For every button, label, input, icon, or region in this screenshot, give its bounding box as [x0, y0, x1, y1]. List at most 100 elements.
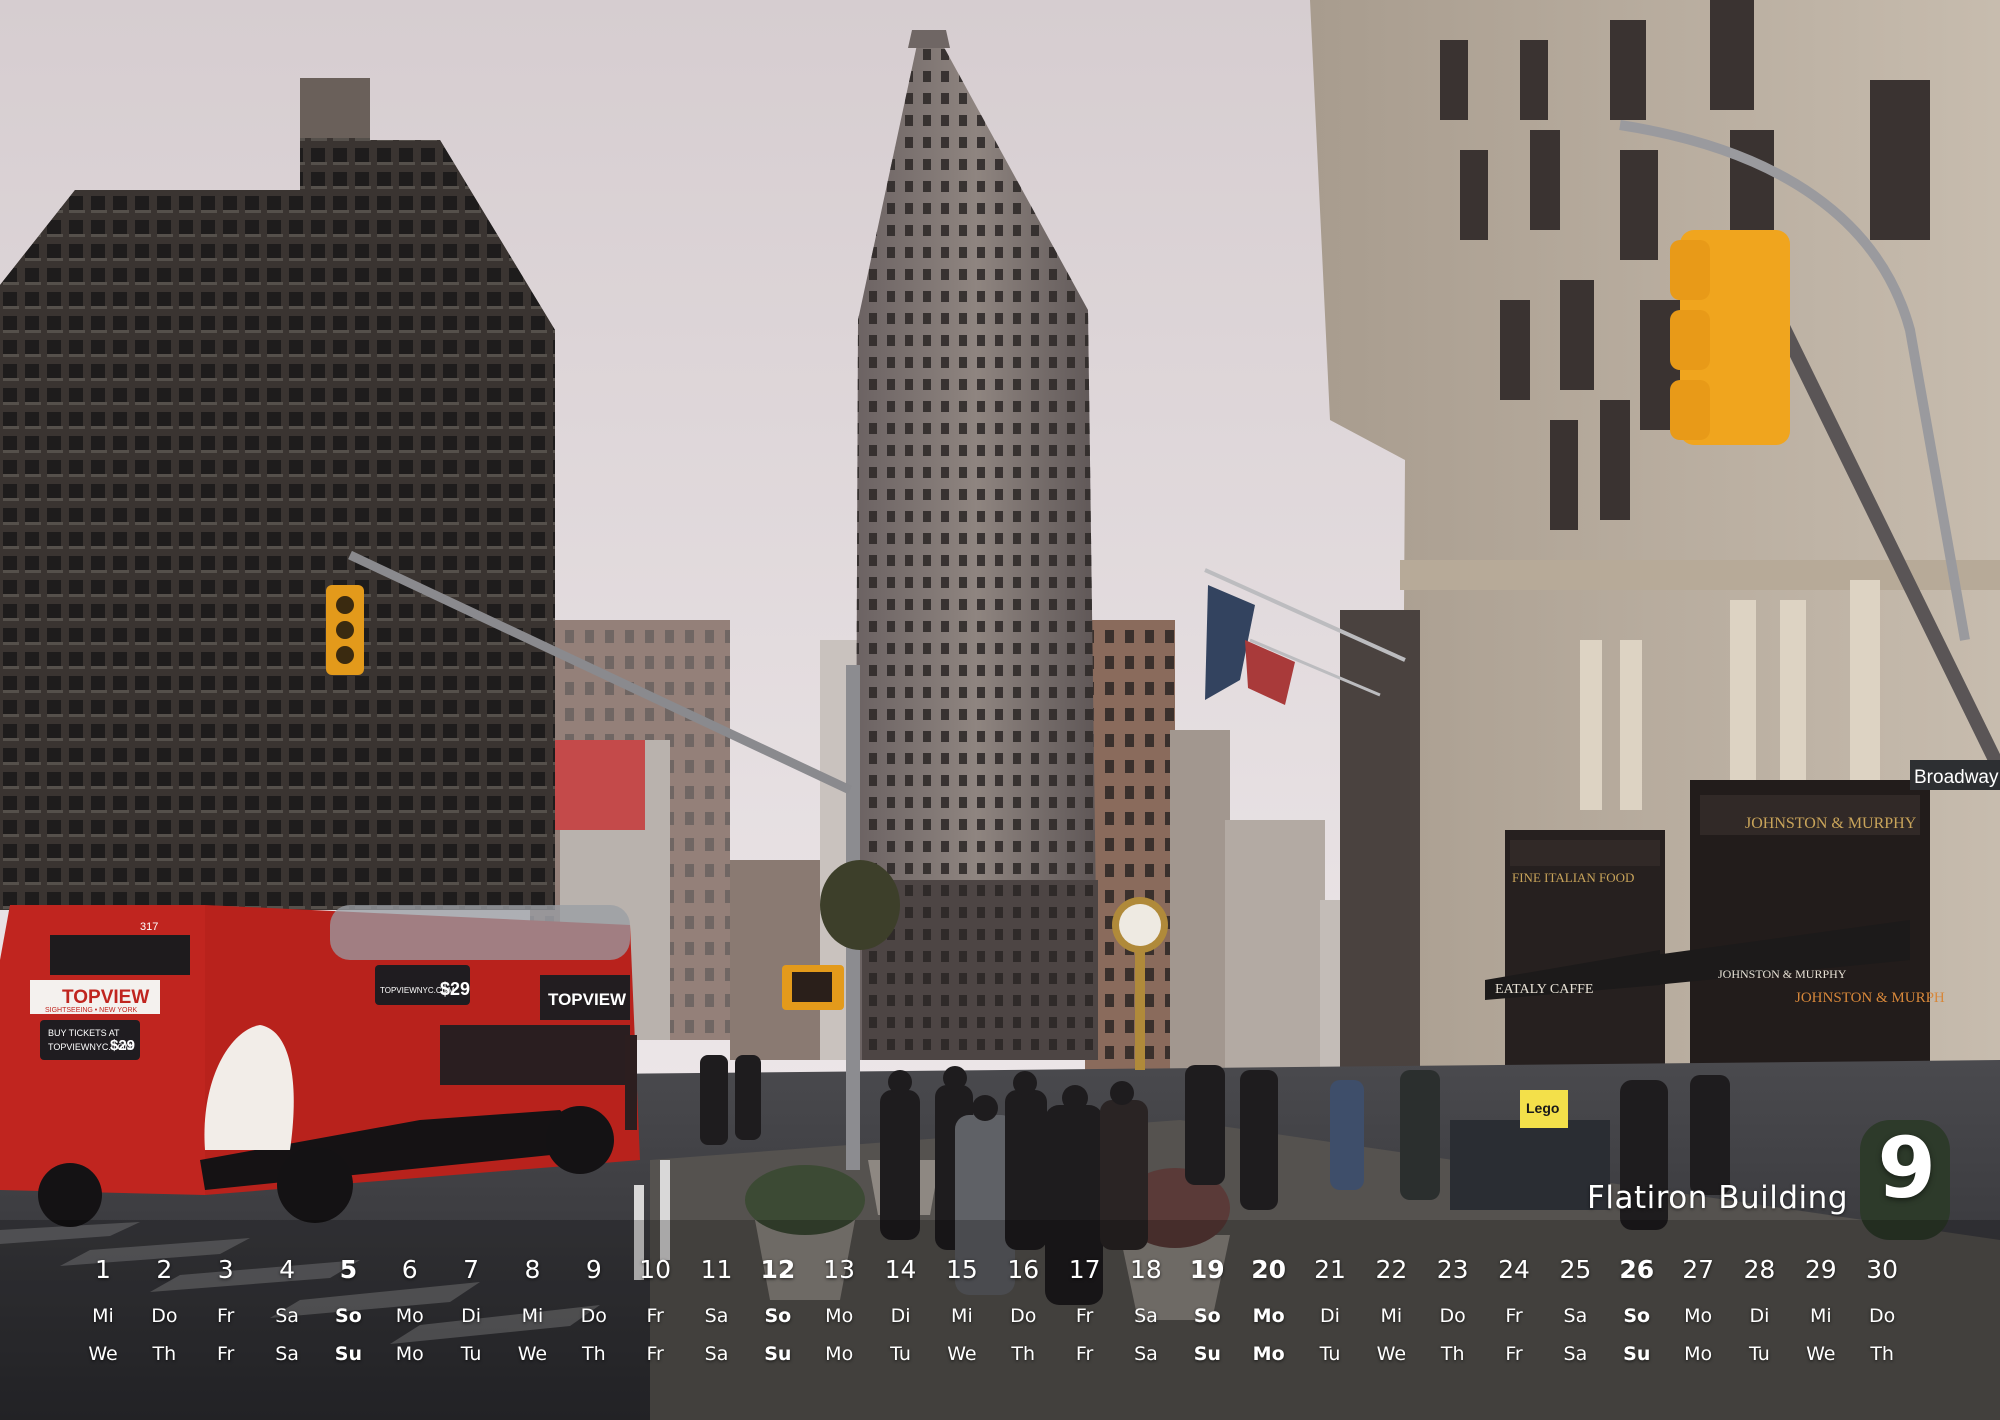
weekday-de: Do — [1869, 1305, 1896, 1327]
bus-price: $29 — [110, 1037, 135, 1054]
weekday-de: Di — [1320, 1305, 1340, 1327]
weekday-de: Mo — [1684, 1305, 1713, 1327]
weekday-de: Sa — [1134, 1305, 1158, 1327]
weekday-en: Tu — [1319, 1343, 1341, 1365]
bus-logo-sub: SIGHTSEEING • NEW YORK — [45, 1007, 138, 1014]
weekday-en: Fr — [1505, 1343, 1523, 1365]
day-number: 23 — [1436, 1255, 1469, 1284]
food-sign: FINE ITALIAN FOOD — [1512, 870, 1634, 885]
weekday-de: Sa — [1563, 1305, 1588, 1327]
weekday-de: Mo — [395, 1305, 424, 1327]
weekday-en: Su — [764, 1343, 792, 1365]
day-number: 4 — [279, 1255, 295, 1284]
market-stand — [1450, 1120, 1610, 1210]
store-window-sign: JOHNSTON & MURPH — [1795, 990, 1945, 1006]
fire-escape-building — [1340, 610, 1420, 1080]
day-number: 8 — [524, 1255, 541, 1284]
weekday-en: Mo — [1684, 1343, 1713, 1365]
weekday-en: Th — [152, 1343, 177, 1365]
day-number: 19 — [1189, 1255, 1225, 1284]
weekday-de: Mo — [825, 1305, 854, 1327]
weekday-en: Tu — [460, 1343, 482, 1365]
weekday-en: Th — [1011, 1343, 1036, 1365]
weekday-en: Fr — [217, 1343, 235, 1365]
day-number: 3 — [217, 1255, 234, 1284]
weekday-en: We — [1806, 1343, 1836, 1365]
weekday-de: Sa — [275, 1305, 299, 1327]
weekday-en: Mo — [395, 1343, 424, 1365]
weekday-en: We — [947, 1343, 977, 1365]
day-number: 12 — [760, 1255, 796, 1284]
weekday-en: We — [88, 1343, 118, 1365]
weekday-en: Sa — [704, 1343, 729, 1365]
weekday-en: We — [1376, 1343, 1407, 1365]
day-number: 16 — [1007, 1255, 1040, 1284]
cafe-sign: EATALY CAFFE — [1495, 982, 1593, 997]
weekday-en: Th — [581, 1343, 606, 1365]
weekday-de: Mi — [92, 1305, 114, 1327]
calendar-title: Flatiron Building — [1587, 1180, 1848, 1216]
billboard — [555, 740, 645, 830]
day-number: 28 — [1743, 1255, 1776, 1284]
day-number: 21 — [1314, 1255, 1346, 1284]
day-numbers-row: 1 2 3 4 5 6 7 8 9 10 11 12 13 14 15 16 17 18 19 20 21 22 23 24 2… — [0, 1255, 2000, 1291]
day-number: 13 — [823, 1255, 856, 1284]
bus-logo: TOPVIEW — [62, 987, 149, 1008]
weekday-de: Fr — [646, 1305, 664, 1327]
day-number: 22 — [1375, 1255, 1408, 1284]
weekday-en: Su — [1623, 1343, 1651, 1365]
weekday-en: Th — [1440, 1343, 1465, 1365]
weekday-de: Do — [1439, 1305, 1466, 1327]
weekday-de: Sa — [704, 1305, 729, 1327]
weekday-de: Fr — [1075, 1305, 1094, 1327]
weekday-de: Do — [1010, 1305, 1037, 1327]
day-number: 11 — [700, 1255, 733, 1284]
day-number: 27 — [1682, 1255, 1714, 1284]
month-number: 9 — [1877, 1119, 1936, 1217]
weekday-de: Fr — [1505, 1305, 1523, 1327]
day-number: 7 — [463, 1255, 480, 1284]
day-number: 9 — [585, 1255, 602, 1284]
day-number: 14 — [884, 1255, 917, 1284]
weekday-en: Tu — [1749, 1343, 1770, 1365]
traffic-light-right — [1670, 230, 1790, 445]
weekday-en: Fr — [1075, 1343, 1094, 1365]
weekday-en: Sa — [275, 1343, 299, 1365]
weekday-de: Fr — [217, 1305, 235, 1327]
weekday-en: Fr — [646, 1343, 664, 1365]
store-sign: JOHNSTON & MURPHY — [1745, 815, 1917, 832]
weekday-de: Mi — [951, 1305, 973, 1327]
weekday-de: Do — [151, 1305, 178, 1327]
weekday-de: Mi — [521, 1305, 544, 1327]
weekday-de: So — [335, 1305, 362, 1327]
weekday-en: We — [517, 1343, 548, 1365]
weekday-en: Su — [334, 1343, 362, 1365]
weekday-en: Su — [1193, 1343, 1221, 1365]
bus-ad-site-side: TOPVIEWNYC.COM — [380, 986, 455, 995]
store-awning-sign: JOHNSTON & MURPHY — [1718, 967, 1847, 981]
weekday-en: Mo — [1252, 1343, 1285, 1365]
day-number: 1 — [95, 1255, 111, 1284]
weekday-de: Di — [890, 1305, 911, 1327]
weekday-de: Mi — [1380, 1305, 1403, 1327]
weekday-english-row: We Th Fr Sa Su Mo Tu We Th Fr Sa Su Mo Tu We Th Fr Sa Su Mo… — [0, 1343, 2000, 1379]
day-number: 5 — [339, 1255, 358, 1284]
weekday-de: So — [1623, 1305, 1651, 1327]
day-number: 15 — [945, 1255, 978, 1284]
day-number: 2 — [156, 1255, 173, 1284]
day-number: 18 — [1130, 1255, 1162, 1284]
weekday-de: Do — [580, 1305, 607, 1327]
day-number: 29 — [1804, 1255, 1837, 1284]
bus-logo-side: TOPVIEW — [548, 990, 627, 1009]
lego-sign-text: Lego — [1526, 1100, 1559, 1116]
weekday-de: Di — [1749, 1305, 1770, 1327]
left-highrise — [0, 78, 555, 910]
day-number: 17 — [1068, 1255, 1101, 1284]
weekday-de: Mo — [1252, 1305, 1285, 1327]
calendar-page: TOPVIEW SIGHTSEEING • NEW YORK BUY TICKE… — [0, 0, 2000, 1420]
weekday-en: Sa — [1134, 1343, 1158, 1365]
weekday-de: So — [764, 1305, 792, 1327]
day-number: 10 — [639, 1255, 672, 1284]
day-number: 25 — [1559, 1255, 1592, 1284]
broadway-sign: Broadway — [1914, 767, 1999, 788]
